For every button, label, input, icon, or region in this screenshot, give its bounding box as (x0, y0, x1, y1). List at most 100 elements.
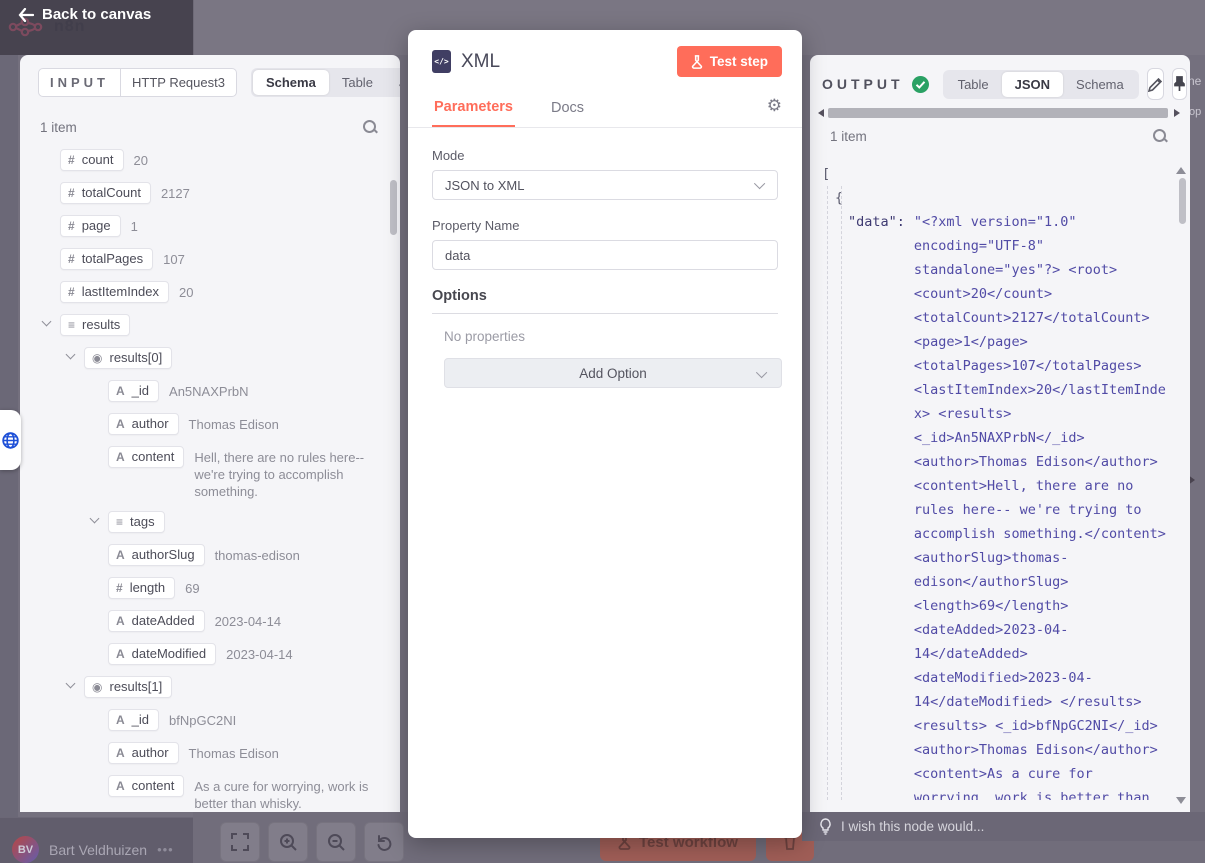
wish-label[interactable]: I wish this node would... (841, 819, 984, 834)
mode-label: Mode (432, 148, 778, 163)
json-viewer[interactable]: [ { "data": "<?xml version="1.0" encodin… (810, 152, 1190, 800)
schema-key: authorSlug (132, 547, 195, 562)
schema-row[interactable]: AdateAdded2023-04-14 (40, 610, 390, 632)
schema-key-pill[interactable]: Aauthor (108, 742, 179, 764)
schema-key-pill[interactable]: ◉results[1] (84, 676, 172, 698)
schema-row[interactable]: AcontentAs a cure for worrying, work is … (40, 775, 390, 812)
gear-icon[interactable]: ⚙ (767, 96, 782, 122)
schema-key-pill[interactable]: A_id (108, 709, 159, 731)
chevron-down-icon[interactable] (40, 318, 60, 325)
schema-key-pill[interactable]: AdateModified (108, 643, 216, 665)
schema-key-pill[interactable]: ◉results[0] (84, 347, 172, 369)
schema-value: Hell, there are no rules here-- we're tr… (194, 449, 369, 500)
schema-key-pill[interactable]: Acontent (108, 446, 184, 468)
fit-view-button[interactable] (220, 822, 260, 862)
zoom-in-icon (279, 833, 298, 852)
schema-key-pill[interactable]: #totalCount (60, 182, 151, 204)
schema-row[interactable]: #length69 (40, 577, 390, 599)
schema-key-pill[interactable]: Aauthor (108, 413, 179, 435)
zoom-in-button[interactable] (268, 822, 308, 862)
schema-row[interactable]: #count20 (40, 149, 390, 171)
edit-output-button[interactable] (1147, 68, 1164, 100)
search-icon[interactable] (362, 119, 378, 135)
schema-key: content (132, 778, 175, 793)
output-view-tabs: Table JSON Schema (943, 70, 1139, 99)
schema-key: author (132, 745, 169, 760)
pin-icon (1173, 76, 1186, 92)
schema-key-pill[interactable]: #totalPages (60, 248, 153, 270)
test-step-button[interactable]: Test step (677, 46, 782, 77)
schema-key-pill[interactable]: ≡results (60, 314, 130, 336)
schema-row[interactable]: AauthorSlugthomas-edison (40, 544, 390, 566)
pin-output-button[interactable] (1172, 68, 1187, 100)
globe-icon (2, 432, 19, 449)
scroll-left-arrow-icon[interactable] (818, 109, 824, 117)
schema-key-pill[interactable]: #count (60, 149, 124, 171)
zoom-out-button[interactable] (316, 822, 356, 862)
back-to-canvas-button[interactable]: Back to canvas (18, 6, 151, 23)
tab-parameters[interactable]: Parameters (432, 91, 515, 127)
schema-key: lastItemIndex (82, 284, 159, 299)
chevron-down-icon[interactable] (64, 680, 84, 687)
mode-select[interactable]: JSON to XML (432, 170, 778, 200)
schema-key-pill[interactable]: #page (60, 215, 121, 237)
user-menu-ellipsis[interactable]: ••• (157, 842, 174, 857)
schema-key-pill[interactable]: ≡tags (108, 511, 165, 533)
schema-row[interactable]: Acontent Hell, there are no rules here-- … (40, 446, 390, 500)
schema-row[interactable]: A_idAn5NAXPrbN (40, 380, 390, 402)
schema-row[interactable]: ◉results[1] (40, 676, 390, 698)
schema-key-pill[interactable]: AdateAdded (108, 610, 205, 632)
schema-row[interactable]: A_idbfNpGC2NI (40, 709, 390, 731)
scroll-right-arrow-icon[interactable] (1174, 109, 1180, 117)
schema-key: totalPages (82, 251, 143, 266)
input-node-selector[interactable]: HTTP Request3 (121, 68, 237, 97)
success-check-icon (912, 76, 929, 93)
tab-schema[interactable]: Schema (253, 70, 329, 95)
schema-row[interactable]: #totalPages107 (40, 248, 390, 270)
schema-row[interactable]: ≡tags (40, 511, 390, 533)
node-feedback-bar[interactable]: I wish this node would... (802, 812, 1205, 841)
add-option-select[interactable]: Add Option (444, 358, 782, 388)
schema-row[interactable]: AauthorThomas Edison (40, 742, 390, 764)
schema-key-pill[interactable]: Acontent (108, 775, 184, 797)
output-scrollbar[interactable] (1179, 178, 1186, 224)
tab-docs[interactable]: Docs (549, 92, 586, 126)
schema-row[interactable]: #page 1 (40, 215, 390, 237)
schema-row[interactable]: ◉results[0] (40, 347, 390, 369)
schema-key-pill[interactable]: A_id (108, 380, 159, 402)
output-horizontal-scrollbar[interactable] (818, 106, 1180, 120)
schema-key: dateModified (132, 646, 206, 661)
tab-json[interactable]: JSON (1002, 72, 1063, 97)
number-type-icon: # (68, 153, 75, 167)
reset-zoom-button[interactable] (364, 822, 404, 862)
chevron-down-icon[interactable] (88, 515, 108, 522)
scroll-down-arrow-icon[interactable] (1176, 797, 1186, 804)
tab-table[interactable]: Table (945, 72, 1002, 97)
string-type-icon: A (116, 779, 125, 793)
schema-key-pill[interactable]: AauthorSlug (108, 544, 205, 566)
output-panel: OUTPUT Table JSON Schema 1 item [ { "dat… (810, 55, 1190, 812)
scroll-up-arrow-icon[interactable] (1176, 167, 1186, 174)
input-scrollbar[interactable] (390, 180, 397, 235)
tab-json[interactable]: JSON (386, 70, 400, 95)
user-area[interactable]: BV Bart Veldhuizen ••• (12, 836, 174, 863)
schema-row[interactable]: #lastItemIndex20 (40, 281, 390, 303)
list-type-icon: ≡ (116, 515, 123, 529)
schema-key-pill[interactable]: #lastItemIndex (60, 281, 169, 303)
scrollbar-thumb[interactable] (828, 108, 1168, 118)
property-name-input[interactable] (432, 240, 778, 270)
schema-key: totalCount (82, 185, 141, 200)
search-icon[interactable] (1152, 128, 1168, 144)
extension-tab[interactable] (0, 410, 21, 470)
schema-row[interactable]: ≡results (40, 314, 390, 336)
tab-schema[interactable]: Schema (1063, 72, 1137, 97)
schema-key-pill[interactable]: #length (108, 577, 175, 599)
schema-value: 1 (131, 218, 138, 235)
avatar[interactable]: BV (12, 836, 39, 863)
tab-table[interactable]: Table (329, 70, 386, 95)
schema-row[interactable]: AauthorThomas Edison (40, 413, 390, 435)
schema-row[interactable]: AdateModified2023-04-14 (40, 643, 390, 665)
chevron-down-icon[interactable] (64, 351, 84, 358)
schema-row[interactable]: #totalCount2127 (40, 182, 390, 204)
options-heading: Options (432, 288, 778, 314)
